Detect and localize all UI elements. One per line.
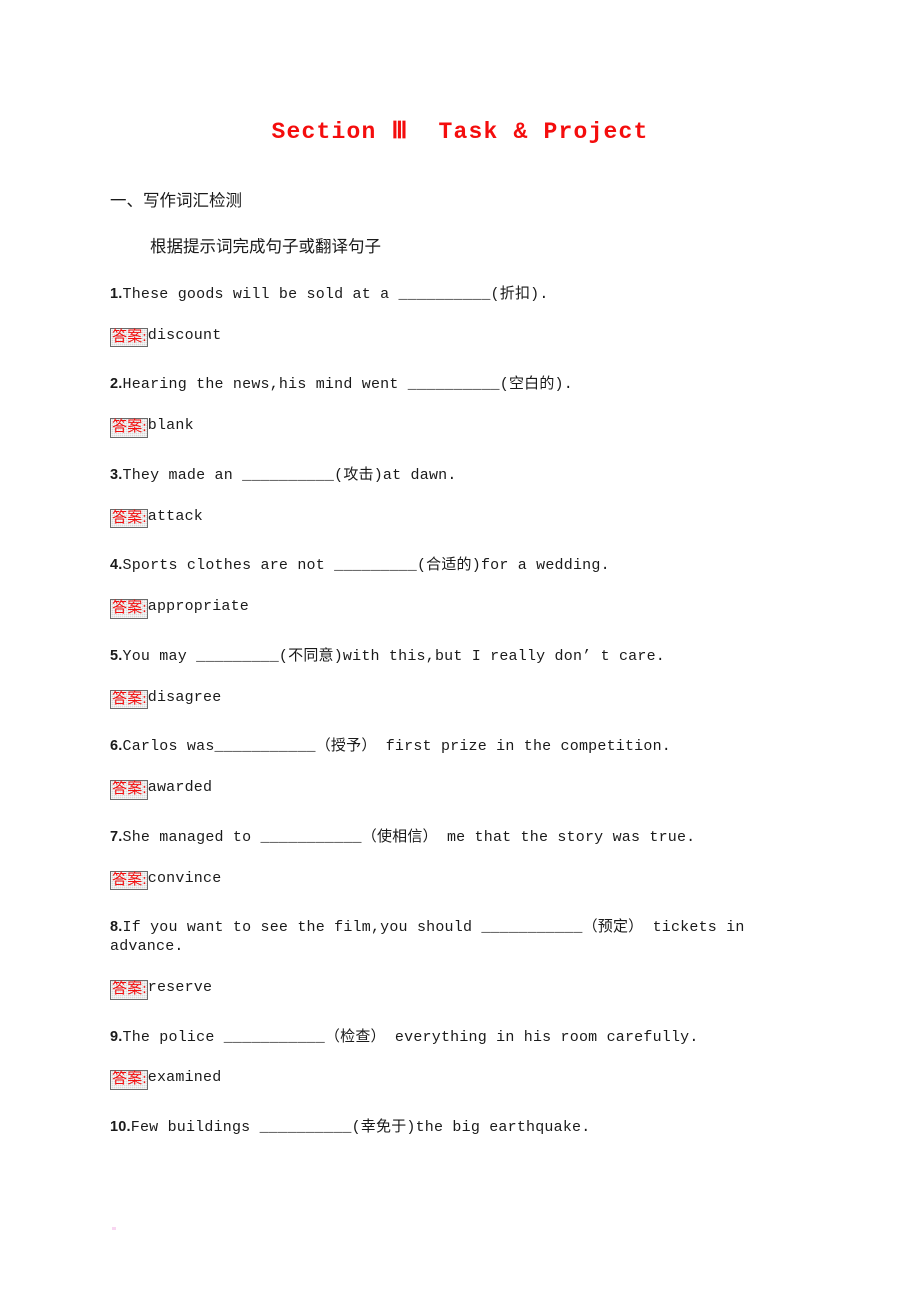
answer-badge: 答案: [110,508,148,529]
answer-badge-colon: : [142,781,147,798]
answer-badge-label: 答案 [112,328,143,345]
answer-badge: 答案: [110,870,148,891]
question-text: These goods will be sold at a __________… [122,285,549,303]
question-line: 4.Sports clothes are not _________(合适的)f… [110,528,810,576]
question-answer-list: 1.These goods will be sold at a ________… [110,257,810,1138]
answer-badge-colon: : [142,690,147,707]
question-number: 2. [110,376,123,393]
question-text: Hearing the news,his mind went _________… [122,376,573,394]
qa-item: 1.These goods will be sold at a ________… [110,257,810,348]
qa-item: 2.Hearing the news,his mind went _______… [110,347,810,438]
answer-text: reserve [147,978,213,996]
qa-item: 4.Sports clothes are not _________(合适的)f… [110,528,810,619]
answer-badge-label: 答案 [112,600,143,617]
answer-badge-colon: : [142,871,147,888]
answer-text: blank [147,417,194,435]
question-number: 9. [110,1028,123,1045]
answer-line: 答案:reserve [110,957,810,1000]
question-line: 8.If you want to see the film,you should… [110,890,810,957]
answer-line: 答案:attack [110,486,810,529]
answer-line: 答案:appropriate [110,576,810,619]
question-number: 6. [110,738,123,755]
answer-line: 答案:examined [110,1047,810,1091]
qa-item: 3.They made an __________(攻击)at dawn. 答案… [110,438,810,529]
question-text: Sports clothes are not _________(合适的)for… [122,557,610,575]
answer-text: convince [147,869,222,887]
question-number: 4. [110,557,123,574]
answer-badge-label: 答案 [112,980,143,997]
answer-badge-label: 答案 [112,419,143,436]
question-line: 5.You may _________(不同意)with this,but I … [110,619,810,667]
question-text: She managed to ___________（使相信） me that … [122,828,696,846]
answer-badge-colon: : [142,509,147,526]
answer-badge-label: 答案 [112,690,143,707]
question-number: 7. [110,828,123,845]
answer-badge: 答案: [110,780,148,800]
instruction-text: 根据提示词完成句子或翻译句子 [150,237,381,257]
answer-text: appropriate [147,598,249,616]
answer-badge-label: 答案 [112,781,143,798]
question-text: Few buildings __________(幸免于)the big ear… [130,1119,591,1137]
qa-item: 10.Few buildings __________(幸免于)the big … [110,1090,810,1138]
answer-line: 答案:discount [110,305,810,348]
question-text: You may _________(不同意)with this,but I re… [122,647,665,665]
question-text: If you want to see the film,you should _… [110,919,754,956]
qa-item: 5.You may _________(不同意)with this,but I … [110,619,810,710]
answer-badge-label: 答案 [112,1071,143,1088]
qa-item: 9.The police ___________（检查） everything … [110,1000,810,1091]
question-text: They made an __________(攻击)at dawn. [122,466,457,484]
question-number: 10. [110,1119,131,1136]
answer-line: 答案:disagree [110,667,810,710]
answer-badge: 答案: [110,599,148,619]
answer-badge-colon: : [142,980,147,997]
question-line: 1.These goods will be sold at a ________… [110,257,810,305]
answer-badge-colon: : [142,328,147,345]
qa-item: 8.If you want to see the film,you should… [110,890,810,1000]
answer-badge-label: 答案 [112,871,143,888]
question-line: 3.They made an __________(攻击)at dawn. [110,438,810,486]
qa-item: 6.Carlos was___________（授予） first prize … [110,709,810,800]
question-line: 7.She managed to ___________（使相信） me tha… [110,800,810,848]
question-line: 6.Carlos was___________（授予） first prize … [110,709,810,757]
section-heading: 一、写作词汇检测 [110,191,242,211]
question-line: 9.The police ___________（检查） everything … [110,1000,810,1048]
question-line: 2.Hearing the news,his mind went _______… [110,347,810,395]
answer-badge: 答案: [110,327,148,348]
answer-badge: 答案: [110,689,148,710]
question-text: Carlos was___________（授予） first prize in… [122,738,671,756]
question-line: 10.Few buildings __________(幸免于)the big … [110,1090,810,1138]
question-number: 3. [110,466,123,483]
answer-badge-colon: : [142,419,147,436]
answer-text: discount [147,326,222,344]
answer-text: awarded [147,779,213,797]
answer-badge-label: 答案 [112,509,143,526]
question-text: The police ___________（检查） everything in… [122,1028,699,1046]
answer-line: 答案:convince [110,848,810,891]
question-number: 1. [110,285,123,302]
answer-badge: 答案: [110,979,148,1000]
scan-artifact-speck [112,1227,116,1230]
answer-badge-colon: : [142,1071,147,1088]
answer-text: attack [147,507,203,525]
answer-line: 答案:blank [110,395,810,438]
answer-badge: 答案: [110,418,148,438]
question-number: 5. [110,647,123,664]
answer-text: disagree [147,688,222,706]
answer-badge-colon: : [142,600,147,617]
page-title: Section Ⅲ Task & Project [271,119,649,145]
document-page: Section Ⅲ Task & Project 一、写作词汇检测 根据提示词完… [0,0,920,1302]
answer-badge: 答案: [110,1070,148,1091]
answer-text: examined [147,1069,222,1087]
qa-item: 7.She managed to ___________（使相信） me tha… [110,800,810,891]
answer-line: 答案:awarded [110,757,810,800]
question-number: 8. [110,919,123,936]
